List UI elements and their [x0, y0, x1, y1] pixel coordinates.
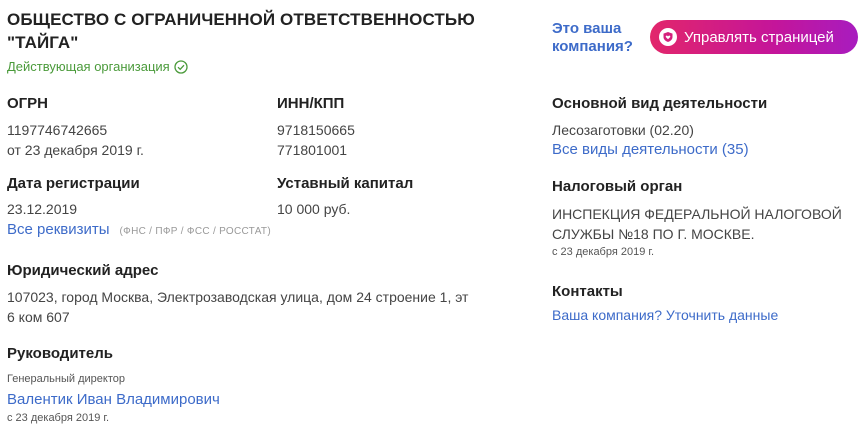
shield-heart-icon	[659, 28, 677, 46]
claim-question[interactable]: Это ваша компания?	[552, 20, 633, 56]
contacts-label: Контакты	[552, 283, 623, 300]
director-name-link[interactable]: Валентик Иван Владимирович	[7, 391, 220, 408]
ogrn-label: ОГРН	[7, 95, 49, 112]
company-title: ОБЩЕСТВО С ОГРАНИЧЕННОЙ ОТВЕТСТВЕННОСТЬЮ…	[7, 10, 475, 52]
status-label: Действующая организация	[7, 59, 170, 74]
inn-kpp-label: ИНН/КПП	[277, 95, 345, 112]
check-circle-icon	[174, 59, 188, 74]
activity-value: Лесозаготовки (02.20)	[552, 122, 694, 138]
ogrn-date: от 23 декабря 2019 г.	[7, 142, 144, 158]
company-status: Действующая организация	[7, 59, 188, 74]
tax-office-label: Налоговый орган	[552, 178, 683, 195]
all-requisites-link[interactable]: Все реквизиты	[7, 221, 110, 238]
kpp-value: 771801001	[277, 142, 348, 158]
tax-office-line1: ИНСПЕКЦИЯ ФЕДЕРАЛЬНОЙ НАЛОГОВОЙ	[552, 206, 842, 222]
director-since: с 23 декабря 2019 г.	[7, 412, 110, 424]
requisites-note: (ФНС / ПФР / ФСС / РОССТАТ)	[119, 226, 271, 237]
address-line2: 6 ком 607	[7, 309, 70, 325]
registration-date-label: Дата регистрации	[7, 175, 140, 192]
capital-label: Уставный капитал	[277, 175, 414, 192]
all-activities-link[interactable]: Все виды деятельности (35)	[552, 141, 749, 158]
registration-date-value: 23.12.2019	[7, 201, 78, 217]
inn-value: 9718150665	[277, 122, 355, 138]
requisites-row: Все реквизиты (ФНС / ПФР / ФСС / РОССТАТ…	[7, 221, 271, 238]
manage-page-button[interactable]: Управлять страницей	[650, 20, 858, 54]
claim-question-line2: компания?	[552, 38, 633, 55]
director-label: Руководитель	[7, 345, 113, 362]
address-line1: 107023, город Москва, Электрозаводская у…	[7, 289, 469, 305]
activity-label: Основной вид деятельности	[552, 95, 768, 112]
tax-office-since: с 23 декабря 2019 г.	[552, 246, 655, 258]
address-label: Юридический адрес	[7, 262, 159, 279]
ogrn-value: 1197746742665	[7, 122, 108, 138]
tax-office-line2: СЛУЖБЫ №18 ПО Г. МОСКВЕ.	[552, 226, 755, 242]
claim-question-line1: Это ваша	[552, 20, 622, 37]
director-position: Генеральный директор	[7, 373, 125, 385]
capital-value: 10 000 руб.	[277, 201, 351, 217]
update-contacts-link[interactable]: Ваша компания? Уточнить данные	[552, 307, 778, 323]
manage-page-button-label: Управлять страницей	[684, 28, 834, 46]
